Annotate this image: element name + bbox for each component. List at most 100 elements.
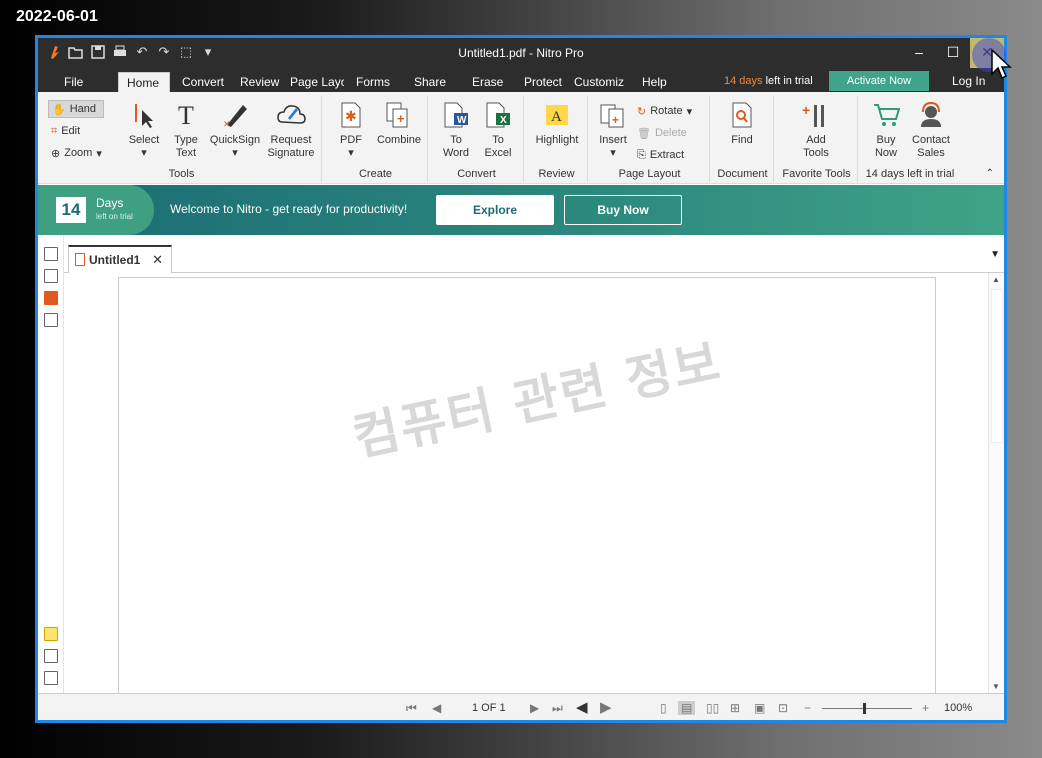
buy-now-button[interactable]: Buy Now <box>564 195 682 225</box>
tab-share[interactable]: Share <box>406 72 456 92</box>
security-panel-icon[interactable] <box>44 313 58 327</box>
buy-now-ribbon-button[interactable]: Buy Now <box>866 100 906 160</box>
collapse-ribbon-icon[interactable]: ⌃ <box>986 168 994 179</box>
single-page-icon[interactable]: ▯ <box>660 701 667 715</box>
scroll-thumb[interactable] <box>991 289 1003 443</box>
delete-button[interactable]: 🗑 Delete <box>634 124 690 142</box>
select-button[interactable]: Select ▾ <box>124 100 164 160</box>
pdf-page[interactable]: 컴퓨터 관련 정보 <box>118 277 936 697</box>
days-label: Days <box>96 196 124 210</box>
rotate-label: Rotate <box>650 105 683 117</box>
tab-forms[interactable]: Forms <box>348 72 398 92</box>
to-word-label-1: To <box>450 134 462 146</box>
hand-icon: ✋ <box>52 103 66 116</box>
trial-group: Buy Now Contact Sales 14 days left in tria… <box>860 96 960 182</box>
comments-panel-icon[interactable] <box>44 627 58 641</box>
zoom-in-icon[interactable]: + <box>922 701 929 715</box>
highlight-button[interactable]: A Highlight <box>530 100 584 147</box>
maximize-button[interactable]: ☐ <box>936 38 970 68</box>
explore-button[interactable]: Explore <box>436 195 554 225</box>
word-icon: W <box>441 100 471 130</box>
scroll-up-icon[interactable]: ▲ <box>992 275 1000 284</box>
document-group-label: Document <box>717 168 768 180</box>
tab-help[interactable]: Help <box>634 72 678 92</box>
excel-icon: X <box>483 100 513 130</box>
page-layout-group-label: Page Layout <box>618 168 681 180</box>
activate-now-button[interactable]: Activate Now <box>829 71 929 91</box>
svg-text:A: A <box>551 109 562 125</box>
pages-panel-icon[interactable] <box>44 247 58 261</box>
tab-list-dropdown-icon[interactable]: ▼ <box>990 249 1000 260</box>
zoom-slider[interactable] <box>822 703 912 714</box>
document-tab[interactable]: Untitled1 ✕ <box>68 245 172 273</box>
title-bar: ↶ ↷ ⬚ ▾ Untitled1.pdf - Nitro Pro ‒ ☐ ✕ <box>38 38 1004 68</box>
window-title: Untitled1.pdf - Nitro Pro <box>458 46 584 60</box>
tab-file[interactable]: File <box>56 72 96 92</box>
quicksign-button[interactable]: ✕ QuickSign ▾ <box>208 100 262 160</box>
pdf-label: PDF <box>340 134 362 146</box>
minimize-button[interactable]: ‒ <box>902 38 936 68</box>
fit-width-icon[interactable]: ⊡ <box>778 701 788 715</box>
facing-page-icon[interactable]: ▯▯ <box>706 701 719 715</box>
select-cursor-icon <box>129 100 159 130</box>
first-page-icon[interactable]: ⏮ <box>406 701 417 716</box>
find-button[interactable]: Find <box>722 100 762 147</box>
back-view-icon[interactable]: ◀ <box>576 698 588 716</box>
type-text-label-2: Text <box>175 147 197 159</box>
rotate-button[interactable]: ↻ Rotate ▾ <box>634 102 695 120</box>
to-word-button[interactable]: W To Word <box>436 100 476 160</box>
zoom-slider-thumb[interactable] <box>862 703 866 714</box>
add-tools-button[interactable]: + Add Tools <box>794 100 838 160</box>
page-indicator: 1 OF 1 <box>472 702 506 714</box>
search-panel-icon[interactable] <box>44 269 58 283</box>
tab-erase[interactable]: Erase <box>464 72 514 92</box>
fields-panel-icon[interactable] <box>44 671 58 685</box>
tab-convert[interactable]: Convert <box>174 72 230 92</box>
login-link[interactable]: Log In <box>952 74 985 88</box>
favorite-tools-group: + Add Tools Favorite Tools <box>776 96 858 182</box>
extract-button[interactable]: ⎘ Extract <box>634 146 687 164</box>
prev-page-icon[interactable]: ◀ <box>432 701 441 715</box>
fit-page-icon[interactable]: ▣ <box>754 701 765 715</box>
type-text-button[interactable]: T Type Text <box>168 100 204 160</box>
add-tools-label-2: Tools <box>803 147 829 159</box>
zoom-tool-button[interactable]: ⊕ Zoom ▾ <box>48 144 105 162</box>
forward-view-icon[interactable]: ▶ <box>600 698 612 716</box>
favorite-tools-label: Favorite Tools <box>782 168 851 180</box>
edit-tool-button[interactable]: ⌗ Edit <box>48 122 83 140</box>
chevron-down-icon: ▾ <box>96 147 102 160</box>
trash-icon: 🗑 <box>637 127 651 140</box>
hand-tool-button[interactable]: ✋ Hand <box>48 100 104 118</box>
continuous-page-icon[interactable]: ▤ <box>678 701 696 715</box>
document-canvas[interactable]: 컴퓨터 관련 정보 <box>64 273 988 697</box>
pdf-create-icon: ✱ <box>336 100 366 130</box>
svg-text:+: + <box>612 113 619 127</box>
last-page-icon[interactable]: ⏭ <box>552 701 563 716</box>
vertical-scrollbar[interactable]: ▲ ▼ <box>988 273 1004 693</box>
zoom-level: 100% <box>944 702 973 714</box>
tab-home[interactable]: Home <box>118 72 170 92</box>
pdf-file-icon <box>75 253 85 266</box>
svg-text:✕: ✕ <box>223 119 231 129</box>
pdf-button[interactable]: ✱ PDF ▾ <box>332 100 370 160</box>
next-page-icon[interactable]: ▶ <box>530 701 539 715</box>
hand-label: Hand <box>69 103 96 115</box>
attachments-panel-icon[interactable] <box>44 649 58 663</box>
request-signature-button[interactable]: Request Signature <box>264 100 318 160</box>
bookmarks-panel-icon[interactable] <box>44 291 58 305</box>
nitro-window: ↶ ↷ ⬚ ▾ Untitled1.pdf - Nitro Pro ‒ ☐ ✕ … <box>35 35 1007 723</box>
tab-customize[interactable]: Customiz <box>566 72 628 92</box>
tab-review[interactable]: Review <box>232 72 284 92</box>
to-excel-button[interactable]: X To Excel <box>478 100 518 160</box>
highlight-label: Highlight <box>535 134 579 146</box>
facing-continuous-icon[interactable]: ⊞ <box>730 701 740 715</box>
to-excel-label-2: Excel <box>484 147 512 159</box>
scroll-down-icon[interactable]: ▼ <box>992 682 1000 691</box>
tab-page-layout[interactable]: Page Layc <box>282 72 344 92</box>
contact-sales-button[interactable]: Contact Sales <box>908 100 954 160</box>
zoom-out-icon[interactable]: − <box>804 701 811 715</box>
insert-button[interactable]: + Insert ▾ <box>594 100 632 160</box>
combine-button[interactable]: + Combine <box>374 100 424 147</box>
close-tab-icon[interactable]: ✕ <box>152 252 163 268</box>
days-badge: 14 Days left on trial <box>38 185 154 235</box>
